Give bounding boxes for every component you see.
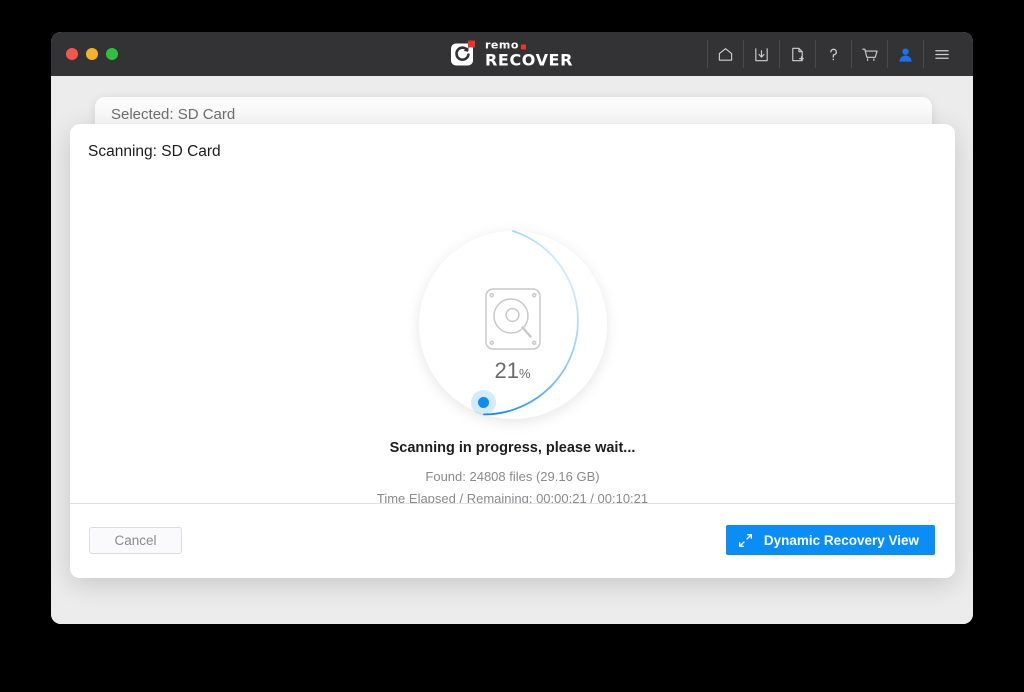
logo-wordmark: remo RECOVER xyxy=(485,40,573,69)
logo-remo-text: remo xyxy=(485,38,519,52)
scan-status-heading: Scanning in progress, please wait... xyxy=(389,440,636,456)
home-icon[interactable] xyxy=(707,40,744,68)
logo-recover-text: RECOVER xyxy=(485,50,573,70)
dynamic-recovery-view-label: Dynamic Recovery View xyxy=(763,532,919,548)
new-file-icon[interactable] xyxy=(780,40,816,68)
progress-percent-symbol: % xyxy=(518,366,531,381)
remo-logo-icon xyxy=(451,40,478,68)
menu-icon[interactable] xyxy=(924,40,959,68)
save-icon[interactable] xyxy=(744,40,780,68)
traffic-lights xyxy=(66,32,118,76)
selected-device-label: Selected: SD Card xyxy=(111,106,236,123)
app-window: remo RECOVER Selected: SD Card Scanning:… xyxy=(51,32,973,624)
minimize-window-button[interactable] xyxy=(86,48,98,60)
progress-percent: 21% xyxy=(417,360,609,382)
cart-icon[interactable] xyxy=(852,40,888,68)
window-body: Selected: SD Card Scanning: SD Card 21% … xyxy=(51,76,973,624)
modal-footer: Cancel Dynamic Recovery View xyxy=(70,503,955,578)
title-bar-toolbar xyxy=(707,32,959,76)
hard-disk-scan-icon xyxy=(482,285,544,358)
close-window-button[interactable] xyxy=(66,48,78,60)
dynamic-recovery-view-button[interactable]: Dynamic Recovery View xyxy=(725,525,935,555)
modal-content: 21% Scanning in progress, please wait...… xyxy=(70,124,955,506)
account-icon[interactable] xyxy=(888,40,924,68)
app-logo: remo RECOVER xyxy=(451,40,573,69)
help-icon[interactable] xyxy=(816,40,852,68)
progress-knob xyxy=(478,397,489,408)
scan-found-files: Found: 24808 files (29.16 GB) xyxy=(425,469,600,484)
expand-arrows-icon xyxy=(738,533,753,548)
progress-percent-value: 21 xyxy=(494,358,519,383)
zoom-window-button[interactable] xyxy=(106,48,118,60)
logo-red-dot xyxy=(520,44,526,50)
title-bar: remo RECOVER xyxy=(51,32,973,76)
scan-progress-ring: 21% xyxy=(417,229,609,421)
cancel-button[interactable]: Cancel xyxy=(89,527,182,554)
scanning-modal: Scanning: SD Card 21% Scanning in progre… xyxy=(70,124,955,578)
